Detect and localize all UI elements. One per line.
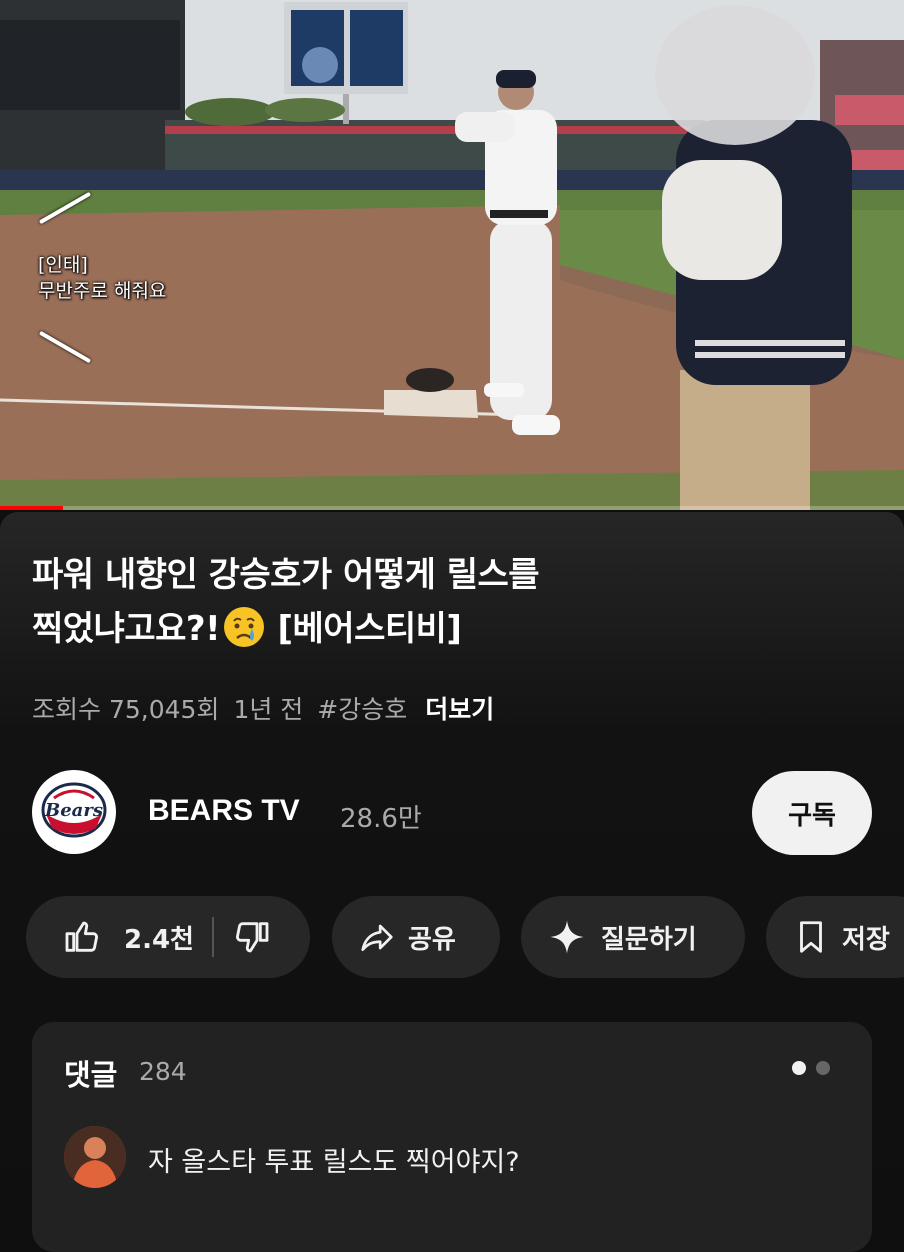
share-label: 공유 — [408, 924, 456, 955]
upload-age: 1년 전 — [233, 695, 304, 724]
dislike-button[interactable] — [232, 917, 272, 957]
title-line-2: 찍었냐고요?! [베어스티비] — [32, 602, 872, 656]
svg-text:Bears: Bears — [44, 800, 103, 821]
channel-row[interactable]: Bears BEARS TV 28.6만 구독 — [32, 768, 872, 856]
pager-dot[interactable] — [816, 1061, 830, 1075]
ask-label: 질문하기 — [601, 924, 697, 955]
progress-bar[interactable] — [0, 506, 904, 510]
save-button[interactable]: 저장 — [766, 896, 904, 978]
video-meta[interactable]: 조회수 75,045회 1년 전 #강승호 더보기 — [32, 690, 508, 726]
title-line-1: 파워 내향인 강승호가 어떻게 릴스를 — [32, 555, 540, 595]
like-dislike-group: 2.4천 — [26, 896, 310, 978]
pager-dot[interactable] — [792, 1061, 806, 1075]
progress-fill — [0, 506, 64, 510]
video-title[interactable]: 파워 내향인 강승호가 어떻게 릴스를 찍었냐고요?! [베어스티비] — [32, 548, 872, 656]
commenter-avatar[interactable] — [64, 1126, 126, 1188]
hashtag-link[interactable]: #강승호 — [317, 695, 407, 724]
sparkle-icon — [550, 920, 584, 954]
channel-name[interactable]: BEARS TV — [148, 794, 300, 828]
action-bar: 2.4천 공유 질문하기 저장 — [26, 896, 904, 978]
thumbs-up-icon — [65, 921, 98, 952]
subscribe-button[interactable]: 구독 — [752, 771, 872, 855]
like-divider — [211, 917, 214, 957]
video-player[interactable]: [인태] 무반주로 해줘요 — [0, 0, 904, 510]
save-label: 저장 — [842, 924, 890, 955]
comments-title: 댓글 — [64, 1058, 118, 1092]
video-caption: [인태] 무반주로 해줘요 — [38, 252, 166, 304]
comments-card[interactable]: 댓글 284 자 올스타 투표 릴스도 찍어야지? — [32, 1022, 872, 1252]
like-count: 2.4천 — [124, 924, 194, 955]
top-comment-text: 자 올스타 투표 릴스도 찍어야지? — [148, 1147, 520, 1178]
commenter-avatar-image — [64, 1126, 126, 1188]
view-count: 조회수 75,045회 — [32, 695, 220, 724]
thumbs-down-icon — [236, 922, 269, 953]
share-icon — [361, 924, 393, 952]
like-button[interactable]: 2.4천 — [26, 917, 194, 957]
title-line-2-start: 찍었냐고요?! — [32, 609, 221, 649]
comments-count: 284 — [139, 1057, 187, 1086]
caption-text: 무반주로 해줘요 — [38, 280, 167, 302]
bears-logo-icon: Bears — [34, 772, 114, 852]
channel-avatar[interactable]: Bears — [32, 770, 116, 854]
caption-speaker: [인태] — [38, 254, 88, 276]
more-button[interactable]: 더보기 — [425, 695, 494, 724]
comments-pager[interactable] — [792, 1060, 840, 1079]
title-line-2-end: [베어스티비] — [277, 609, 462, 649]
share-button[interactable]: 공유 — [332, 896, 500, 978]
ask-button[interactable]: 질문하기 — [521, 896, 745, 978]
subscriber-count: 28.6만 — [340, 804, 422, 834]
bookmark-icon — [800, 921, 822, 953]
crying-face-icon — [224, 607, 265, 647]
